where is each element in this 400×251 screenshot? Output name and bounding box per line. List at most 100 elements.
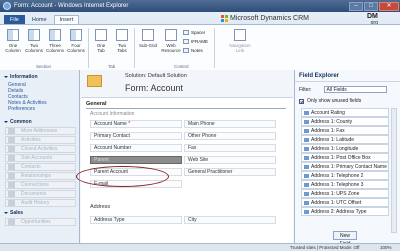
ribbon-tabs: File Home Insert <box>4 15 80 24</box>
ie-logo-icon <box>3 2 11 10</box>
field-web-site[interactable]: Web Site <box>184 156 276 164</box>
field-address-type[interactable]: Address Type <box>90 216 182 224</box>
field-list-item[interactable]: Address 1: UPS Zone <box>301 189 389 198</box>
section-address[interactable]: Address <box>90 204 110 210</box>
form-title: Form: Account <box>125 83 184 93</box>
filter-row: Filter: All Fields <box>299 86 387 93</box>
only-unused-checkbox[interactable]: Only show unused fields <box>299 98 361 104</box>
field-list-item[interactable]: Address 1: Telephone 2 <box>301 171 389 180</box>
nav-item-contacts[interactable]: Contacts <box>5 163 76 171</box>
tab-home[interactable]: Home <box>26 15 53 24</box>
group-label-section: Section <box>36 64 52 69</box>
iframe-icon <box>183 39 189 44</box>
field-account-name[interactable]: Account Name * <box>90 120 182 128</box>
four-columns-icon <box>70 29 82 41</box>
status-zoom[interactable]: 100% <box>380 245 392 250</box>
three-columns-button[interactable]: Three Columns <box>45 28 65 58</box>
iframe-button[interactable]: IFRAME <box>183 39 208 44</box>
audit-history-icon <box>8 200 15 206</box>
spacer-icon <box>183 30 189 35</box>
field-list-item[interactable]: Address 2: Address Type <box>301 207 389 216</box>
field-list: Account Rating Address 1: County Address… <box>301 108 389 233</box>
tab-insert[interactable]: Insert <box>53 15 80 24</box>
field-list-item[interactable]: Address 1: UTC Offset <box>301 198 389 207</box>
ribbon-separator <box>214 28 215 68</box>
one-tab-button[interactable]: One Tab <box>91 28 111 58</box>
ribbon: File Home Insert Microsoft Dynamics CRM … <box>0 12 400 70</box>
field-general-practitioner[interactable]: General Practitioner <box>184 168 276 176</box>
brand-logo: Microsoft Dynamics CRM <box>221 15 309 22</box>
status-bar: Trusted sites | Protected Mode: Off 100% <box>0 243 400 251</box>
nav-link-preferences[interactable]: Preferences <box>0 106 79 112</box>
notes-button[interactable]: Notes <box>183 48 203 53</box>
sub-accounts-icon <box>8 155 15 161</box>
web-resource-icon <box>165 29 177 41</box>
field-city[interactable]: City <box>184 216 276 224</box>
relationships-icon <box>8 173 15 179</box>
field-list-item[interactable]: Address 1: Post Office Box <box>301 153 389 162</box>
maximize-button[interactable]: □ <box>364 1 378 11</box>
nav-section-information[interactable]: Information <box>0 72 79 82</box>
nav-section-common[interactable]: Common <box>0 117 79 127</box>
sub-grid-button[interactable]: Sub-Grid <box>137 28 159 58</box>
tab-file[interactable]: File <box>4 15 25 24</box>
web-resource-button[interactable]: Web Resource <box>160 28 182 58</box>
notes-icon <box>183 48 189 53</box>
field-other-phone[interactable]: Other Phone <box>184 132 276 140</box>
field-list-scrollbar[interactable] <box>391 108 397 233</box>
window-titlebar: Form: Account - Windows Internet Explore… <box>0 0 400 12</box>
field-explorer-title: Field Explorer <box>295 70 400 82</box>
field-parent-selected[interactable]: Parent <box>90 156 182 164</box>
nav-item-activities[interactable]: Activities <box>5 136 76 144</box>
nav-item-audit-history[interactable]: Audit History <box>5 199 76 207</box>
field-list-item[interactable]: Address 1: Primary Contact Name <box>301 162 389 171</box>
one-tab-icon <box>95 29 107 41</box>
two-columns-icon <box>28 29 40 41</box>
two-columns-button[interactable]: Two Columns <box>24 28 44 58</box>
field-list-item[interactable]: Address 1: Fax <box>301 126 389 135</box>
nav-item-documents[interactable]: Documents <box>5 190 76 198</box>
field-fax[interactable]: Fax <box>184 144 276 152</box>
three-columns-icon <box>49 29 61 41</box>
four-columns-button[interactable]: Four Columns <box>66 28 86 58</box>
microsoft-logo-icon <box>221 15 228 22</box>
group-label-tab: Tab <box>108 64 116 69</box>
spacer-button[interactable]: Spacer <box>183 30 205 35</box>
field-list-item[interactable]: Address 1: Longitude <box>301 144 389 153</box>
field-primary-contact[interactable]: Primary Contact <box>90 132 182 140</box>
nav-item-closed-activities[interactable]: Closed Activities <box>5 145 76 153</box>
documents-icon <box>8 191 15 197</box>
field-list-item[interactable]: Address 1: Telephone 3 <box>301 180 389 189</box>
nav-section-sales[interactable]: Sales <box>0 208 79 218</box>
form-header: Solution: Default Solution Form: Account <box>81 70 293 98</box>
nav-item-more-addresses[interactable]: More Addresses <box>5 127 76 135</box>
navigation-link-button[interactable]: Navigation Link <box>226 28 254 58</box>
minimize-button[interactable]: – <box>349 1 363 11</box>
field-account-number[interactable]: Account Number <box>90 144 182 152</box>
nav-item-sub-accounts[interactable]: Sub-Accounts <box>5 154 76 162</box>
navigation-link-icon <box>234 29 246 41</box>
field-main-phone[interactable]: Main Phone <box>184 120 276 128</box>
closed-activities-icon <box>8 146 15 152</box>
field-list-item[interactable]: Address 1: County <box>301 117 389 126</box>
two-tabs-button[interactable]: Two Tabs <box>112 28 132 58</box>
activities-icon <box>8 137 15 143</box>
field-list-item[interactable]: Address 1: Latitude <box>301 135 389 144</box>
close-button[interactable]: ✕ <box>379 1 399 11</box>
solution-label: Solution: Default Solution <box>125 73 187 79</box>
field-list-item[interactable]: Account Rating <box>301 108 389 117</box>
nav-item-opportunities[interactable]: Opportunities <box>5 218 76 226</box>
ribbon-body: One Column Two Columns Three Columns Fou… <box>0 24 400 70</box>
nav-item-relationships[interactable]: Relationships <box>5 172 76 180</box>
new-field-button[interactable]: New Field <box>333 231 357 247</box>
checkbox-checked-icon <box>299 98 304 104</box>
ribbon-separator <box>134 28 135 68</box>
nav-item-connections[interactable]: Connections <box>5 181 76 189</box>
section-general[interactable]: General <box>86 101 286 109</box>
one-column-button[interactable]: One Column <box>3 28 23 58</box>
two-tabs-icon <box>116 29 128 41</box>
ribbon-separator <box>88 28 89 68</box>
filter-select[interactable]: All Fields <box>323 86 387 93</box>
status-trusted-sites: Trusted sites | Protected Mode: Off <box>290 245 360 250</box>
brand-name: Microsoft Dynamics CRM <box>230 15 309 22</box>
